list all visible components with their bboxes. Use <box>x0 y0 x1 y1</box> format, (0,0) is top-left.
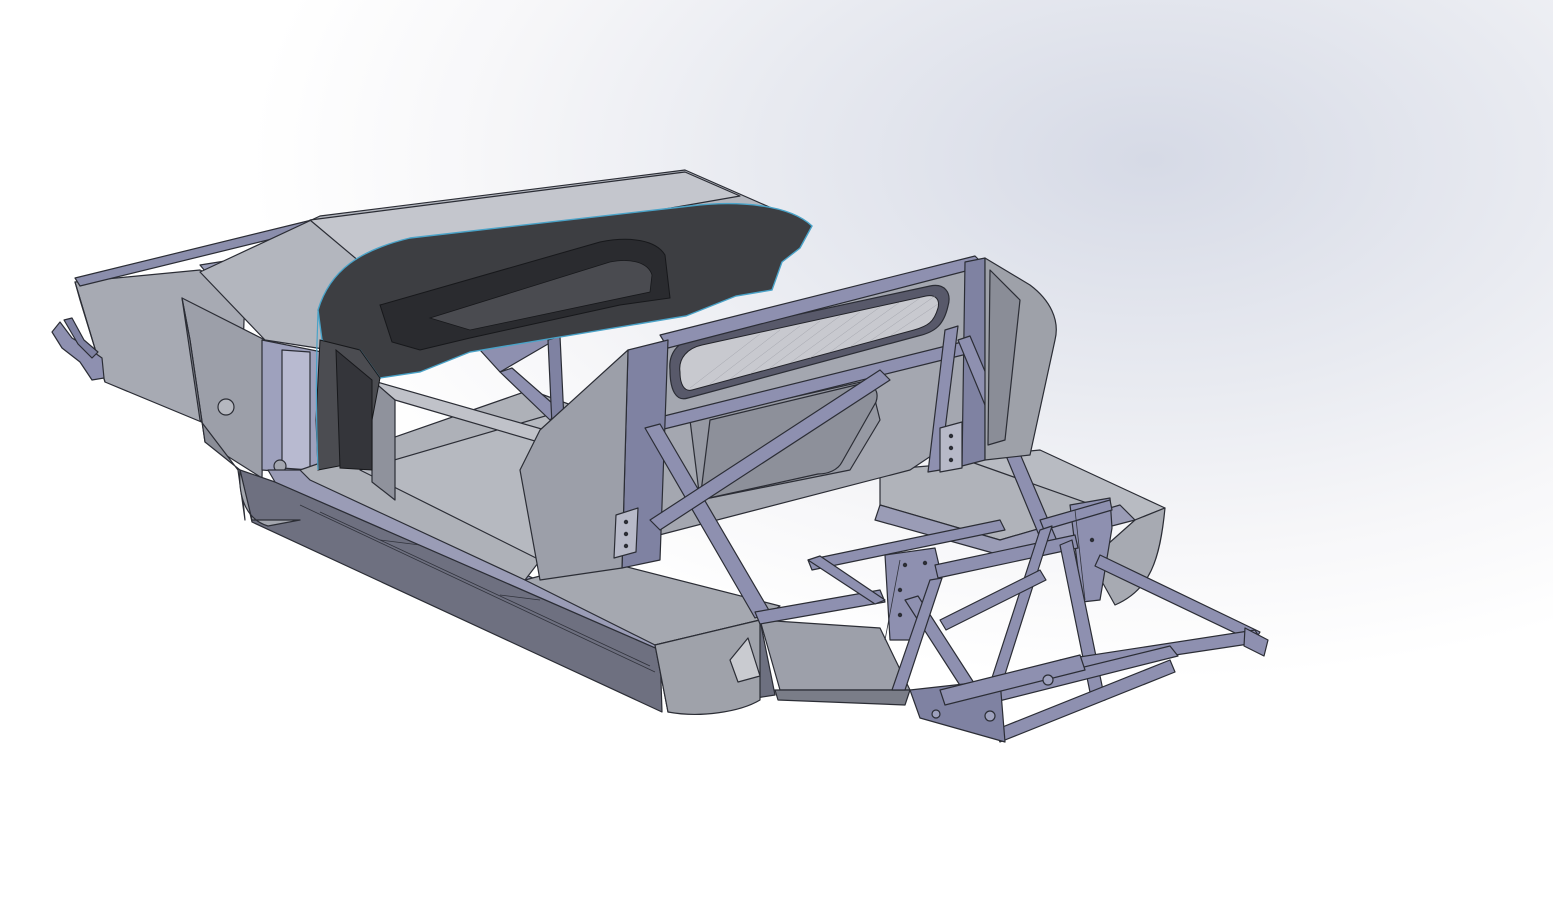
nose-floor-face <box>774 689 911 706</box>
rear-firewall-pillar-side <box>281 349 311 471</box>
nose-floor <box>759 619 911 691</box>
hoop-left-gusset <box>519 349 629 581</box>
mount-eye <box>931 709 941 719</box>
chassis-3d-model[interactable] <box>0 0 1553 903</box>
bolt-hole <box>217 398 235 416</box>
mount-eye <box>984 710 996 722</box>
mount-eye <box>1042 674 1054 686</box>
cad-graphics-viewport[interactable] <box>0 0 1553 903</box>
front-diag-5 <box>939 569 1047 631</box>
